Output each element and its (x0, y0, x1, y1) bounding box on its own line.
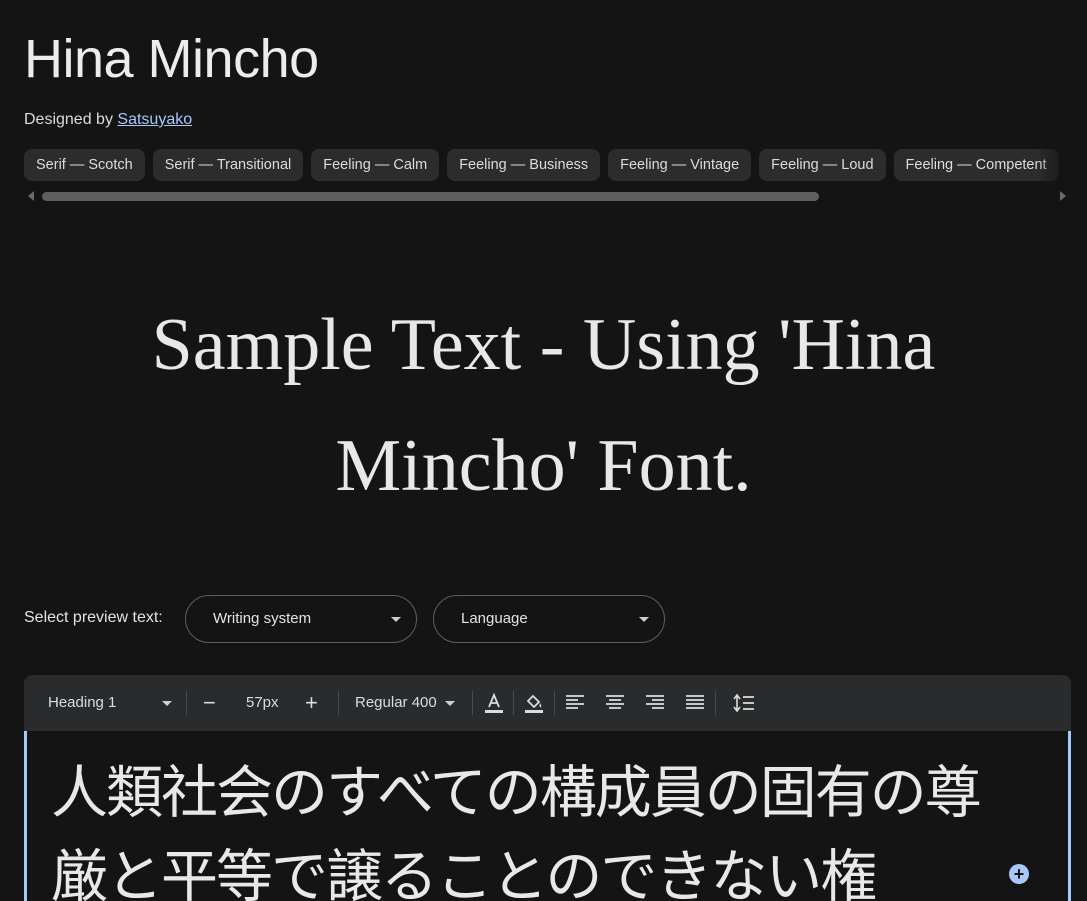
tag-chip[interactable]: Feeling — Competent (893, 149, 1059, 181)
writing-system-value: Writing system (213, 610, 312, 627)
toolbar-divider (554, 691, 555, 715)
language-dropdown[interactable]: Language (433, 595, 665, 643)
align-right-icon[interactable] (642, 690, 668, 716)
scroll-right-arrow-icon[interactable] (1060, 191, 1066, 201)
tag-chip[interactable]: Feeling — Loud (759, 149, 886, 181)
chevron-down-icon (391, 617, 401, 622)
editor-preview-text[interactable]: 人類社会のすべての構成員の固有の尊厳と平等で譲ることのできない権 (51, 751, 991, 901)
tag-chip[interactable]: Feeling — Vintage (608, 149, 752, 181)
tag-chip[interactable]: Serif — Transitional (152, 149, 304, 181)
scroll-left-arrow-icon[interactable] (28, 191, 34, 201)
align-left-icon[interactable] (562, 690, 588, 716)
increase-size-button[interactable]: + (305, 675, 318, 731)
preview-text-label: Select preview text: (24, 609, 163, 626)
decrease-size-button[interactable]: − (203, 675, 216, 731)
editor-toolbar (24, 675, 1071, 731)
chevron-down-icon (639, 617, 649, 622)
chevron-down-icon (162, 700, 173, 706)
align-justify-icon[interactable] (682, 690, 708, 716)
tag-chip[interactable]: Feeling — Business (447, 149, 601, 181)
editable-preview-area[interactable]: 人類社会のすべての構成員の固有の尊厳と平等で譲ることのできない権 (24, 731, 1071, 901)
horizontal-scrollbar-thumb[interactable] (42, 192, 819, 201)
designed-by-label: Designed by (24, 111, 113, 128)
chip-row-fade (1037, 149, 1071, 182)
highlight-icon[interactable] (521, 690, 547, 716)
font-size-value[interactable]: 57px (246, 675, 279, 731)
font-title: Hina Mincho (24, 29, 319, 89)
designer-link[interactable]: Satsuyako (117, 111, 192, 128)
tag-chip-row: Serif — Scotch Serif — Transitional Feelin… (24, 149, 1071, 182)
toolbar-divider (338, 691, 339, 715)
toolbar-divider (715, 691, 716, 715)
toolbar-divider (472, 691, 473, 715)
add-icon[interactable]: + (1009, 864, 1029, 884)
text-style-dropdown[interactable]: Heading 1 (48, 675, 173, 731)
writing-system-dropdown[interactable]: Writing system (185, 595, 417, 643)
toolbar-divider (513, 691, 514, 715)
font-weight-dropdown[interactable]: Regular 400 (355, 675, 455, 731)
align-center-icon[interactable] (602, 690, 628, 716)
toolbar-divider (186, 691, 187, 715)
text-color-icon[interactable] (481, 690, 507, 716)
language-value: Language (461, 610, 528, 627)
sample-text-preview: Sample Text - Using 'Hina Mincho' Font. (151, 304, 936, 507)
designer-line: Designed by Satsuyako (24, 111, 192, 129)
font-weight-value: Regular 400 (355, 694, 437, 711)
tag-chip[interactable]: Serif — Scotch (24, 149, 145, 181)
text-style-value: Heading 1 (48, 694, 117, 711)
line-height-icon[interactable] (731, 690, 757, 716)
tag-chip[interactable]: Feeling — Calm (311, 149, 440, 181)
chevron-down-icon (444, 700, 455, 706)
